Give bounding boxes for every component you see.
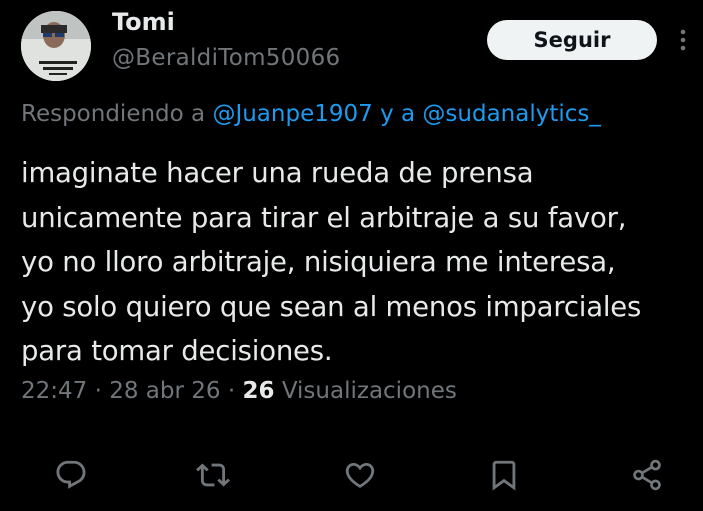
replying-to-conjunction: y a [380,101,416,127]
reply-icon [56,460,86,489]
views-count: 26 [242,378,275,404]
meta-separator: · [227,378,236,404]
views-label: Visualizaciones [281,378,457,404]
avatar-image [21,11,91,81]
mention-link[interactable]: @sudanalytics_ [422,101,600,127]
tweet-meta: 22:47 · 28 abr 26 · 26 Visualizaciones [21,378,457,404]
share-button[interactable] [627,455,667,495]
mention-link[interactable]: @Juanpe1907 [212,101,372,127]
follow-button[interactable]: Seguir [487,20,657,60]
meta-separator: · [94,378,102,404]
more-options-icon[interactable] [676,28,690,52]
avatar[interactable] [21,11,91,81]
tweet-text-line: yo solo quiero que sean al menos imparci… [21,290,642,323]
tweet-text-line: para tomar decisiones. [21,335,333,367]
tweet-text-line: unicamente para tirar el arbitraje a su … [21,201,627,234]
bookmark-button[interactable] [484,455,524,495]
tweet-date[interactable]: 28 abr 26 [109,378,220,404]
replying-to-line: Respondiendo a @Juanpe1907 y a @sudanaly… [21,101,601,127]
user-handle[interactable]: @BeraldiTom50066 [112,45,340,71]
share-icon [633,459,661,491]
retweet-icon [196,463,230,487]
retweet-button[interactable] [193,455,233,495]
like-button[interactable] [340,455,380,495]
tweet-text-line: imaginate hacer una rueda de prensa [21,157,534,189]
heart-icon [345,462,375,488]
reply-button[interactable] [51,455,91,495]
bookmark-icon [492,460,516,491]
tweet-time[interactable]: 22:47 [21,378,87,404]
tweet-text: imaginate hacer una rueda de prensa unic… [21,151,701,374]
tweet-text-line: yo no lloro arbitraje, nisiquiera me int… [21,246,616,278]
replying-to-label: Respondiendo a [21,101,206,127]
display-name[interactable]: Tomi [112,8,175,36]
